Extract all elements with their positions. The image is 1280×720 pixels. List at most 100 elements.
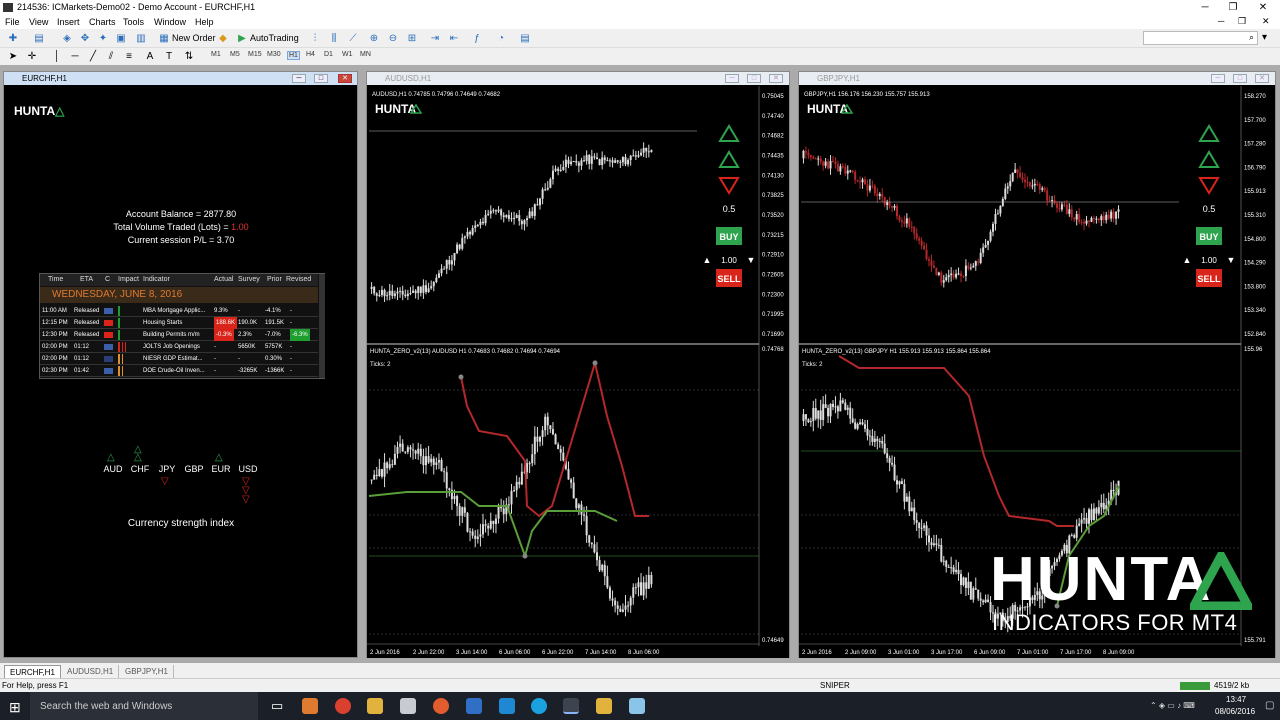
chart-shift-icon[interactable]: ⇥ xyxy=(428,32,442,45)
skype-icon[interactable] xyxy=(531,698,547,714)
zoom-in-icon[interactable]: ⊕ xyxy=(367,32,381,45)
fibonacci-icon[interactable]: ≡ xyxy=(122,50,136,63)
outlook-icon[interactable] xyxy=(302,698,318,714)
label-icon[interactable]: T xyxy=(162,50,176,63)
taskbar-search[interactable]: Search the web and Windows xyxy=(30,692,258,720)
windows-start-icon[interactable]: ⊞ xyxy=(9,699,21,716)
autoscroll-icon[interactable]: ⇤ xyxy=(447,32,461,45)
eurchf-chart-area[interactable]: HUNTA△ Account Balance = 2877.80 Total V… xyxy=(6,86,356,657)
menu-tools[interactable]: Tools xyxy=(123,17,144,27)
channel-icon[interactable]: ⫽ xyxy=(104,50,118,63)
zoom-out-icon[interactable]: ⊖ xyxy=(386,32,400,45)
tab-eurchf[interactable]: EURCHF,H1 xyxy=(4,665,61,678)
experts-icon[interactable]: ◆ xyxy=(216,32,230,45)
files-icon[interactable] xyxy=(499,698,515,714)
task-view-icon[interactable]: ▭ xyxy=(271,698,283,714)
app3-icon[interactable] xyxy=(629,698,645,714)
autotrading-button[interactable]: AutoTrading xyxy=(250,33,299,43)
timeframe-h1[interactable]: H1 xyxy=(287,51,300,60)
new-chart-icon[interactable]: ✚ xyxy=(6,32,20,45)
calendar-row[interactable]: 02:00 PM 01:12 JOLTS Job Openings - 5650K 575… xyxy=(40,341,318,353)
bar-chart-icon[interactable]: ⫶ xyxy=(308,32,322,45)
gbpjpy-window-header[interactable]: GBPJPY,H1 ─ □ ✕ xyxy=(799,72,1275,85)
tab-audusd[interactable]: AUDUSD,H1 xyxy=(62,665,120,678)
audusd-minimize-icon[interactable]: ─ xyxy=(725,74,739,83)
notifications-icon[interactable]: ▢ xyxy=(1265,700,1274,711)
arrows-icon[interactable]: ⇅ xyxy=(182,50,196,63)
line-chart-icon[interactable]: ⟋ xyxy=(346,32,360,45)
tile-windows-icon[interactable]: ⊞ xyxy=(405,32,419,45)
gbpjpy-minimize-icon[interactable]: ─ xyxy=(1211,74,1225,83)
templates-icon[interactable]: ▤ xyxy=(518,32,532,45)
timeframe-m30[interactable]: M30 xyxy=(267,51,281,58)
terminal-icon[interactable]: ▣ xyxy=(114,32,128,45)
search-menu-icon[interactable]: ▾ xyxy=(1262,32,1267,43)
mail-icon[interactable] xyxy=(400,698,416,714)
mdi-close-icon[interactable]: ✕ xyxy=(1262,16,1270,27)
candlestick-icon[interactable]: ⫼ xyxy=(327,32,341,45)
timeframe-d1[interactable]: D1 xyxy=(324,51,333,58)
calendar-row[interactable]: 12:30 PM Released Building Permits m/m -0.3… xyxy=(40,329,318,341)
vertical-line-icon[interactable]: │ xyxy=(50,50,64,63)
audusd-maximize-icon[interactable]: □ xyxy=(747,74,761,83)
timeframe-m5[interactable]: M5 xyxy=(230,51,240,58)
data-window-icon[interactable]: ✥ xyxy=(78,32,92,45)
audusd-close-icon[interactable]: ✕ xyxy=(769,74,783,83)
search-icon[interactable]: ⌕ xyxy=(1249,32,1254,43)
clock-date[interactable]: 08/06/2016 xyxy=(1215,707,1255,716)
market-watch-icon[interactable]: ◈ xyxy=(60,32,74,45)
gbpjpy-maximize-icon[interactable]: □ xyxy=(1233,74,1247,83)
calendar-row[interactable]: 11:00 AM Released MBA Mortgage Applic... 9.… xyxy=(40,305,318,317)
close-icon[interactable]: ✕ xyxy=(1248,0,1278,15)
explorer-icon[interactable] xyxy=(367,698,383,714)
eurchf-window[interactable]: EURCHF,H1 ─ □ ✕ HUNTA△ Account Balance =… xyxy=(3,71,358,658)
new-order-button[interactable]: New Order xyxy=(172,33,216,43)
menu-file[interactable]: File xyxy=(5,17,20,27)
firefox-icon[interactable] xyxy=(433,698,449,714)
metatrader-icon[interactable] xyxy=(563,698,579,714)
mdi-restore-icon[interactable]: ❐ xyxy=(1238,16,1246,27)
calendar-row[interactable]: 02:00 PM 01:12 NIESR GDP Estimat... - - 0.30%… xyxy=(40,353,318,365)
calendar-row[interactable]: 02:30 PM 01:42 DOE Crude-Oil Inven... - -326… xyxy=(40,365,318,377)
mdi-minimize-icon[interactable]: ─ xyxy=(1218,16,1224,26)
horizontal-line-icon[interactable]: ─ xyxy=(68,50,82,63)
audusd-window[interactable]: AUDUSD,H1 ─ □ ✕ AUDUSD,H1 0.74785 0.7479… xyxy=(366,71,790,658)
autotrading-icon[interactable]: ▶ xyxy=(235,32,249,45)
timeframe-w1[interactable]: W1 xyxy=(342,51,353,58)
tasks-icon[interactable] xyxy=(466,698,482,714)
trendline-icon[interactable]: ╱ xyxy=(86,50,100,63)
gbpjpy-close-icon[interactable]: ✕ xyxy=(1255,74,1269,83)
eurchf-window-header[interactable]: EURCHF,H1 ─ □ ✕ xyxy=(4,72,357,85)
search-input[interactable]: ⌕ xyxy=(1143,31,1258,45)
eurchf-minimize-icon[interactable]: ─ xyxy=(292,74,306,83)
eurchf-maximize-icon[interactable]: □ xyxy=(314,74,328,83)
text-icon[interactable]: A xyxy=(143,50,157,63)
audusd-window-header[interactable]: AUDUSD,H1 ─ □ ✕ xyxy=(367,72,789,85)
app2-icon[interactable] xyxy=(596,698,612,714)
navigator-icon[interactable]: ✦ xyxy=(96,32,110,45)
cursor-icon[interactable]: ➤ xyxy=(6,50,20,63)
minimize-icon[interactable]: ─ xyxy=(1190,0,1220,15)
timeframe-h4[interactable]: H4 xyxy=(306,51,315,58)
crosshair-icon[interactable]: ✛ xyxy=(25,50,39,63)
audusd-chart[interactable]: AUDUSD,H1 0.74785 0.74796 0.74649 0.7468… xyxy=(367,86,789,658)
clock-time[interactable]: 13:47 xyxy=(1226,695,1246,704)
calendar-row[interactable]: 12:15 PM Released Housing Starts 188.6K 190.… xyxy=(40,317,318,329)
menu-view[interactable]: View xyxy=(29,17,48,27)
chrome-icon[interactable] xyxy=(335,698,351,714)
timeframe-mn[interactable]: MN xyxy=(360,51,371,58)
tester-icon[interactable]: ▥ xyxy=(134,32,148,45)
menu-window[interactable]: Window xyxy=(154,17,186,27)
menu-help[interactable]: Help xyxy=(195,17,214,27)
menu-charts[interactable]: Charts xyxy=(89,17,116,27)
tray-icons[interactable]: ⌃ ◈ ▭ ♪ ⌨ xyxy=(1150,701,1195,710)
eurchf-close-icon[interactable]: ✕ xyxy=(338,74,352,83)
periods-icon[interactable]: ◔ xyxy=(494,32,508,45)
timeframe-m1[interactable]: M1 xyxy=(211,51,221,58)
restore-icon[interactable]: ❐ xyxy=(1218,0,1248,15)
indicators-icon[interactable]: ƒ xyxy=(470,32,484,45)
timeframe-m15[interactable]: M15 xyxy=(248,51,262,58)
profiles-icon[interactable]: ▤ xyxy=(32,32,46,45)
tab-gbpjpy[interactable]: GBPJPY,H1 xyxy=(120,665,174,678)
new-order-icon[interactable]: ▦ xyxy=(157,32,171,45)
